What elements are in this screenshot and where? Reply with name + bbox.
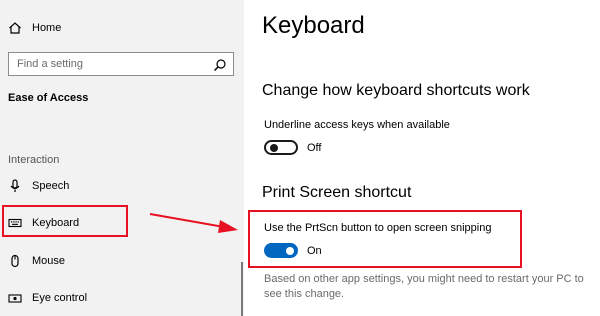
- print-screen-heading: Print Screen shortcut: [262, 184, 412, 201]
- underline-access-keys-toggle[interactable]: [264, 140, 298, 155]
- prtscn-highlight-box: [248, 210, 522, 268]
- section-title: Ease of Access: [8, 92, 89, 104]
- shortcuts-heading: Change how keyboard shortcuts work: [262, 82, 530, 99]
- nav-eye-control-label: Eye control: [32, 292, 88, 304]
- home-icon: [8, 21, 22, 35]
- nav-eye-control[interactable]: Eye control: [0, 280, 244, 316]
- underline-access-keys-label: Underline access keys when available: [264, 119, 450, 131]
- search-box[interactable]: [8, 52, 234, 76]
- main-panel: Keyboard Change how keyboard shortcuts w…: [244, 0, 600, 316]
- eye-icon: [8, 291, 22, 305]
- nav-home-label: Home: [32, 22, 62, 34]
- sidebar: Home Ease of Access Interaction Speech K…: [0, 0, 244, 316]
- nav-mouse[interactable]: Mouse: [0, 243, 244, 279]
- restart-note: Based on other app settings, you might n…: [264, 273, 584, 300]
- toggle-knob: [270, 143, 278, 152]
- nav-speech-label: Speech: [32, 180, 70, 192]
- annotation-arrow: [149, 213, 238, 233]
- group-label-interaction: Interaction: [8, 154, 60, 166]
- search-input[interactable]: [17, 56, 197, 72]
- mouse-icon: [8, 254, 22, 268]
- nav-mouse-label: Mouse: [32, 255, 66, 267]
- microphone-icon: [8, 179, 22, 193]
- nav-speech[interactable]: Speech: [0, 168, 244, 204]
- page-title: Keyboard: [262, 12, 365, 39]
- nav-home[interactable]: Home: [0, 10, 244, 46]
- sidebar-scrollbar[interactable]: [241, 262, 243, 316]
- keyboard-highlight-box: [2, 205, 128, 237]
- underline-toggle-state: Off: [307, 142, 322, 154]
- search-icon[interactable]: [213, 58, 227, 72]
